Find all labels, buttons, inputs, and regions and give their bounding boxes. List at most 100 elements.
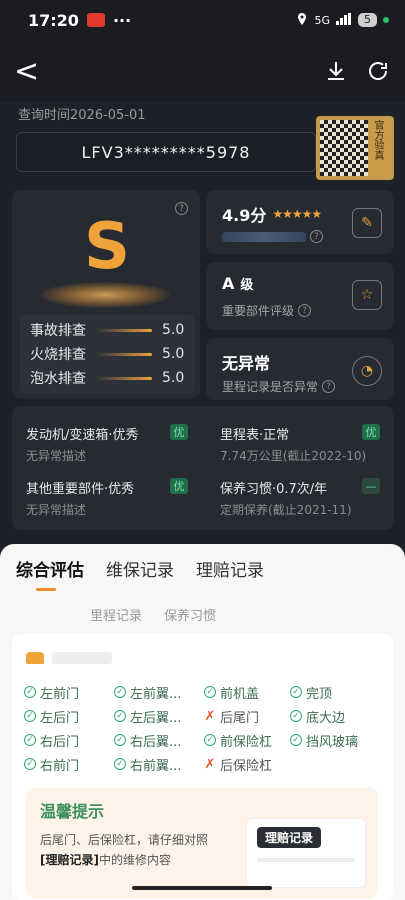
- mileage-title: 无异常: [222, 354, 271, 373]
- other-parts-item: 其他重要部件·优秀 无异常描述: [26, 478, 134, 518]
- body-check-label: 完顶: [306, 686, 333, 702]
- rating-card[interactable]: 4.9分 ★★★★★ ? ✎: [206, 190, 394, 254]
- body-check-item: ✓ 左前翼...: [114, 684, 204, 702]
- other-parts-badge: 优: [170, 478, 188, 494]
- odometer-badge: 优: [362, 424, 380, 440]
- tip-claims-link[interactable]: [理赔记录]: [40, 853, 99, 867]
- body-check-item: ✓ 左前门: [24, 684, 114, 702]
- help-icon[interactable]: ?: [322, 380, 336, 393]
- mileage-subtitle: 里程记录是否异常: [222, 380, 319, 394]
- body-check-item: ✗ 后保险杠: [204, 756, 290, 774]
- body-check-label: 右前翼...: [130, 758, 182, 774]
- subtab-mileage[interactable]: 里程记录: [90, 605, 142, 624]
- signal-icon: [336, 12, 352, 28]
- engine-sub: 无异常描述: [26, 449, 87, 463]
- check-icon: ✓: [114, 710, 126, 722]
- help-icon[interactable]: ?: [298, 304, 312, 317]
- inspection-bar: [96, 376, 152, 380]
- status-bar: 17:20 ··· 5G 5: [0, 0, 405, 40]
- thumb-lines: [257, 858, 355, 862]
- status-right: 5G 5: [296, 12, 389, 29]
- engine-item: 发动机/变速箱·优秀 无异常描述: [26, 424, 139, 464]
- check-icon: ✓: [114, 686, 126, 698]
- tab-claims[interactable]: 理赔记录: [196, 556, 264, 591]
- tab-maintenance[interactable]: 维保记录: [106, 556, 174, 591]
- location-icon: [296, 12, 308, 29]
- help-icon[interactable]: ?: [310, 230, 323, 243]
- app-notification-icon: [86, 13, 105, 27]
- rating-value: 4.9分: [222, 206, 267, 225]
- grade-podium: [40, 282, 170, 308]
- body-check-label: 左前翼...: [130, 686, 182, 702]
- qr-label: 官方验真: [372, 120, 383, 160]
- share-icon[interactable]: [365, 58, 391, 84]
- parts-summary-card: 发动机/变速箱·优秀 无异常描述 优 里程表·正常 7.74万公里(截止2022…: [12, 406, 394, 530]
- blurred-label: [222, 231, 306, 242]
- maintenance-item: 保养习惯·0.7次/年 定期保养(截止2021-11): [220, 478, 352, 518]
- body-check-item: ✓ 左后门: [24, 708, 114, 726]
- subtab-maintenance-habit[interactable]: 保养习惯: [164, 605, 216, 624]
- body-check-item: ✓ 右前翼...: [114, 756, 204, 774]
- check-icon: ✓: [290, 710, 302, 722]
- body-check-item: ✓ 挡风玻璃: [290, 732, 384, 750]
- body-check-label: 右后翼...: [130, 734, 182, 750]
- claims-thumbnail[interactable]: 理赔记录: [246, 818, 366, 888]
- verify-qr-code[interactable]: 官方验真: [316, 116, 394, 180]
- rating-subtitle: ?: [222, 230, 323, 243]
- body-check-label: 前保险杠: [220, 734, 273, 750]
- check-icon: ✓: [24, 686, 36, 698]
- maintenance-sub: 定期保养(截止2021-11): [220, 503, 352, 517]
- header-actions: [323, 58, 391, 84]
- tab-overall[interactable]: 综合评估: [16, 556, 84, 591]
- tip-text-2: 中的维修内容: [98, 853, 171, 867]
- home-indicator[interactable]: [132, 886, 272, 890]
- body-check-label: 底大边: [306, 710, 346, 726]
- maintenance-title: 保养习惯·0.7次/年: [220, 482, 328, 497]
- body-check-label: 右后门: [40, 734, 80, 750]
- blurred-title: [52, 652, 112, 664]
- tip-title: 温馨提示: [40, 802, 105, 821]
- engine-badge: 优: [170, 424, 188, 440]
- check-icon: ✓: [204, 686, 216, 698]
- cross-icon: ✗: [204, 708, 216, 724]
- body-check-grid: ✓ 左前门 ✓ 左前翼... ✓ 前机盖 ✓ 完顶 ✓ 左后门 ✓ 左后翼... ✗ 后尾门 ✓ 底大边 ✓ 右后…: [24, 684, 384, 774]
- body-check-item: ✓ 前保险杠: [204, 732, 290, 750]
- body-check-label: 前机盖: [220, 686, 260, 702]
- body-check-label: 左后门: [40, 710, 80, 726]
- body-check-label: 挡风玻璃: [306, 734, 359, 750]
- body-check-label: 右前门: [40, 758, 80, 774]
- check-icon: ✓: [114, 734, 126, 746]
- body-check-item: ✓ 左后翼...: [114, 708, 204, 726]
- details-sheet: 综合评估 维保记录 理赔记录 里程记录 保养习惯 ✓ 左前门 ✓ 左前翼... ✓ 前机盖…: [0, 544, 405, 900]
- help-icon[interactable]: ?: [175, 202, 188, 215]
- body-check-item: ✓ 完顶: [290, 684, 384, 702]
- maintenance-badge: —: [362, 478, 380, 494]
- check-icon: ✓: [114, 758, 126, 770]
- body-check-item: ✓ 右后翼...: [114, 732, 204, 750]
- inspection-bar: [96, 352, 152, 356]
- body-check-label: 左前门: [40, 686, 80, 702]
- inspection-row: 火烧排查 5.0: [30, 342, 184, 366]
- status-left: 17:20 ···: [28, 11, 131, 30]
- vin-display: LFV3*********5978: [16, 132, 316, 172]
- parts-grade-card[interactable]: A 级 重要部件评级 ? ☆: [206, 262, 394, 330]
- grade-subtitle: 重要部件评级: [222, 304, 295, 318]
- grade-suffix: 级: [240, 278, 254, 293]
- qr-code-icon: [320, 120, 368, 176]
- check-icon: ✓: [290, 734, 302, 746]
- inspection-row: 事故排查 5.0: [30, 318, 184, 342]
- grade-subtitle-row: 重要部件评级 ?: [222, 302, 312, 319]
- back-button[interactable]: <: [14, 54, 46, 89]
- odometer-item: 里程表·正常 7.74万公里(截止2022-10): [220, 424, 366, 464]
- inspection-value: 5.0: [162, 346, 185, 362]
- other-parts-title: 其他重要部件·优秀: [26, 482, 135, 497]
- body-check-item: ✓ 右前门: [24, 756, 114, 774]
- thumb-label: 理赔记录: [257, 827, 322, 848]
- mileage-card[interactable]: 无异常 里程记录是否异常 ? ◔: [206, 338, 394, 400]
- body-check-label: 左后翼...: [130, 710, 182, 726]
- car-icon: [26, 652, 44, 664]
- body-check-label: 后尾门: [220, 710, 260, 726]
- check-icon: ✓: [24, 710, 36, 722]
- report-edit-icon: ✎: [352, 208, 382, 238]
- download-icon[interactable]: [323, 58, 349, 84]
